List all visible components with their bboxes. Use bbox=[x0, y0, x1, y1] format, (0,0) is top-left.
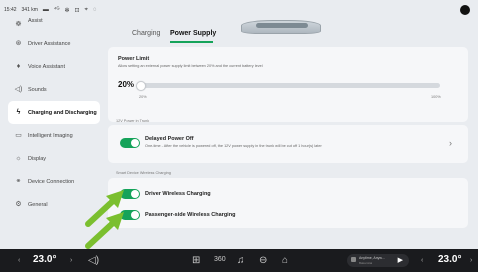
signal-icon: ⁴ᴳ bbox=[53, 7, 60, 13]
delayed-power-off-title: Delayed Power Off bbox=[145, 136, 194, 142]
passenger-wireless-label: Passenger-side Wireless Charging bbox=[145, 212, 236, 218]
power-limit-slider[interactable] bbox=[136, 80, 440, 91]
charging-icon: ϟ bbox=[16, 108, 21, 116]
sidebar-item-driver-assistance[interactable]: ⊛ Driver Assistance bbox=[8, 32, 100, 55]
status-bar: 15:42 341 km ▬ ⁴ᴳ ✻ ⊡ ⌖ ◌ bbox=[0, 0, 478, 20]
delayed-power-off-card[interactable]: Delayed Power Off One-time - After the v… bbox=[108, 125, 468, 163]
sidebar-item-display[interactable]: ☼ Display bbox=[8, 147, 100, 170]
range-readout: 341 km bbox=[21, 7, 38, 13]
sidebar-item-label: Display bbox=[28, 155, 47, 162]
tab-bar: Charging Power Supply bbox=[103, 18, 473, 44]
driver-wireless-label: Driver Wireless Charging bbox=[145, 191, 211, 197]
bottom-dock: ‹ 23.0° › ◁) ⊞ 360 ♫ ⊖ ⌂ Anytime, Anyw..… bbox=[0, 249, 478, 272]
user-avatar[interactable] bbox=[460, 5, 470, 15]
temp-down-right-icon[interactable]: ‹ bbox=[421, 257, 423, 264]
temp-up-right-icon[interactable]: › bbox=[470, 257, 472, 264]
sidebar-item-label: Charging and Discharging bbox=[28, 109, 97, 116]
music-icon[interactable]: ♫ bbox=[237, 255, 245, 266]
album-art bbox=[351, 257, 356, 262]
settings-content: Charging Power Supply Power Limit Allow … bbox=[103, 18, 473, 240]
delayed-power-off-description: One-time - After the vehicle is powered … bbox=[145, 144, 322, 148]
section-trunk-power: 12V Power in Trunk bbox=[116, 119, 150, 123]
power-limit-card: Power Limit Allow setting an external po… bbox=[108, 47, 468, 122]
camera-360-icon[interactable]: 360 bbox=[214, 256, 226, 263]
sidebar-item-label: Assist bbox=[28, 18, 43, 24]
assist-icon: ☸ bbox=[15, 21, 22, 28]
apps-icon[interactable]: ⊞ bbox=[192, 255, 200, 266]
tab-charging[interactable]: Charging bbox=[132, 30, 160, 37]
sidebar-item-label: Intelligent Imaging bbox=[28, 132, 73, 139]
power-limit-value: 20% bbox=[118, 80, 135, 89]
slider-max-label: 100% bbox=[431, 95, 441, 99]
passenger-temperature[interactable]: 23.0° bbox=[438, 254, 461, 265]
temp-up-left-icon[interactable]: › bbox=[70, 257, 72, 264]
power-limit-title: Power Limit bbox=[118, 56, 150, 62]
gear-icon: ⚙ bbox=[15, 200, 22, 208]
slider-min-label: 20% bbox=[139, 95, 147, 99]
pin-icon: ◌ bbox=[92, 7, 97, 13]
voice-icon: ♦ bbox=[16, 62, 21, 70]
driver-temperature[interactable]: 23.0° bbox=[33, 254, 56, 265]
sidebar-item-label: Device Connection bbox=[28, 178, 75, 185]
sidebar-item-intelligent-imaging[interactable]: ▭ Intelligent Imaging bbox=[8, 124, 100, 147]
link-icon: ⚭ bbox=[15, 177, 22, 185]
media-icon: ⊡ bbox=[74, 7, 80, 14]
media-subtitle: Bakamitai bbox=[359, 261, 373, 265]
media-title: Anytime, Anyw... bbox=[359, 256, 385, 260]
car-icon[interactable]: ⊖ bbox=[259, 255, 267, 266]
power-limit-description: Allow setting an external power supply l… bbox=[118, 64, 263, 68]
camera-icon: ▭ bbox=[15, 131, 22, 139]
sidebar-item-voice-assistant[interactable]: ♦ Voice Assistant bbox=[8, 55, 100, 78]
battery-icon: ▬ bbox=[42, 7, 49, 13]
wireless-charging-card: Driver Wireless Charging Passenger-side … bbox=[108, 178, 468, 228]
bluetooth-icon: ✻ bbox=[64, 7, 70, 14]
play-icon[interactable]: ▶ bbox=[398, 256, 403, 264]
media-widget[interactable]: Anytime, Anyw... Bakamitai ▶ bbox=[347, 254, 409, 267]
section-wireless-charging: Smart Device Wireless Charging bbox=[116, 171, 171, 175]
slider-thumb[interactable] bbox=[136, 80, 146, 91]
home-icon[interactable]: ⌂ bbox=[282, 255, 288, 266]
tab-power-supply[interactable]: Power Supply bbox=[170, 30, 216, 37]
annotation-arrow-icon bbox=[85, 212, 124, 249]
sidebar-item-charging-and-discharging[interactable]: ϟ Charging and Discharging bbox=[8, 101, 100, 124]
volume-icon[interactable]: ◁) bbox=[88, 255, 99, 266]
delayed-power-off-toggle[interactable] bbox=[120, 138, 140, 148]
speaker-icon: ◁) bbox=[14, 85, 23, 93]
steering-icon: ⊛ bbox=[15, 39, 22, 47]
sidebar-item-assist[interactable]: ☸ Assist bbox=[8, 18, 100, 32]
sidebar-item-label: Sounds bbox=[28, 86, 47, 93]
sidebar-item-label: Driver Assistance bbox=[28, 40, 71, 47]
sidebar-item-sounds[interactable]: ◁) Sounds bbox=[8, 78, 100, 101]
brightness-icon: ☼ bbox=[15, 154, 22, 162]
active-tab-indicator bbox=[170, 41, 213, 43]
clock: 15:42 bbox=[4, 7, 17, 13]
chevron-right-icon[interactable]: › bbox=[449, 138, 452, 148]
temp-down-left-icon[interactable]: ‹ bbox=[18, 257, 20, 264]
sidebar-item-label: General bbox=[28, 201, 48, 208]
location-icon: ⌖ bbox=[84, 6, 88, 13]
sidebar-item-label: Voice Assistant bbox=[28, 63, 65, 70]
